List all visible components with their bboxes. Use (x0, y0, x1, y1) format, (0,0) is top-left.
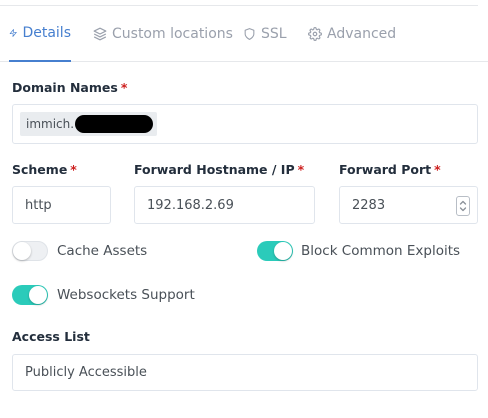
tab-details-label: Details (22, 25, 71, 41)
toggle-knob (13, 242, 31, 260)
layers-icon (93, 27, 107, 40)
required-mark: * (434, 162, 441, 177)
forward-port-input[interactable]: 2283 (339, 186, 478, 224)
forward-hostname-value: 192.168.2.69 (147, 197, 234, 213)
toggle-knob (29, 286, 47, 304)
block-common-exploits-label: Block Common Exploits (301, 243, 461, 259)
domain-chip-text: immich. (26, 117, 75, 131)
redaction-mark (75, 115, 154, 133)
forward-hostname-label: Forward Hostname / IP * (134, 162, 304, 177)
access-list-select[interactable]: Publicly Accessible (12, 354, 478, 391)
required-mark: * (70, 162, 77, 177)
forward-hostname-label-text: Forward Hostname / IP (134, 162, 295, 177)
tab-details[interactable]: Details (9, 6, 71, 62)
tab-custom-locations-label: Custom locations (112, 25, 233, 42)
block-common-exploits-toggle[interactable] (257, 241, 293, 261)
lightning-icon (9, 29, 17, 37)
cache-assets-label: Cache Assets (57, 243, 148, 259)
tab-ssl-label: SSL (261, 25, 287, 42)
forward-port-value: 2283 (352, 197, 386, 213)
shield-icon (244, 27, 255, 40)
toggle-knob (274, 242, 292, 260)
forward-hostname-input[interactable]: 192.168.2.69 (134, 186, 315, 224)
required-mark: * (297, 162, 305, 177)
websockets-support-toggle[interactable] (12, 285, 48, 305)
domain-names-label-text: Domain Names (12, 80, 118, 95)
access-list-label: Access List (12, 329, 90, 344)
forward-port-label-text: Forward Port (339, 162, 432, 177)
tab-advanced-label: Advanced (327, 25, 397, 42)
scheme-value: http (25, 197, 52, 213)
domain-names-label: Domain Names * (12, 80, 127, 95)
required-mark: * (120, 80, 128, 95)
tab-advanced[interactable]: Advanced (308, 6, 396, 61)
tab-ssl[interactable]: SSL (243, 6, 287, 61)
number-spinner[interactable] (456, 196, 470, 216)
websockets-support-label: Websockets Support (57, 287, 195, 303)
cache-assets-toggle[interactable] (12, 241, 48, 261)
scheme-input[interactable]: http (12, 186, 111, 224)
scheme-label: Scheme * (12, 162, 77, 177)
forward-port-label: Forward Port * (339, 162, 441, 177)
access-list-value: Publicly Accessible (25, 365, 147, 380)
gear-icon (308, 26, 322, 41)
domain-chip[interactable]: immich. (20, 112, 158, 136)
scheme-label-text: Scheme (12, 162, 68, 177)
up-down-arrows-icon (459, 200, 467, 212)
tab-bar: Details Custom locations SSL Advanced (0, 6, 488, 62)
tab-custom-locations[interactable]: Custom locations (93, 6, 233, 61)
